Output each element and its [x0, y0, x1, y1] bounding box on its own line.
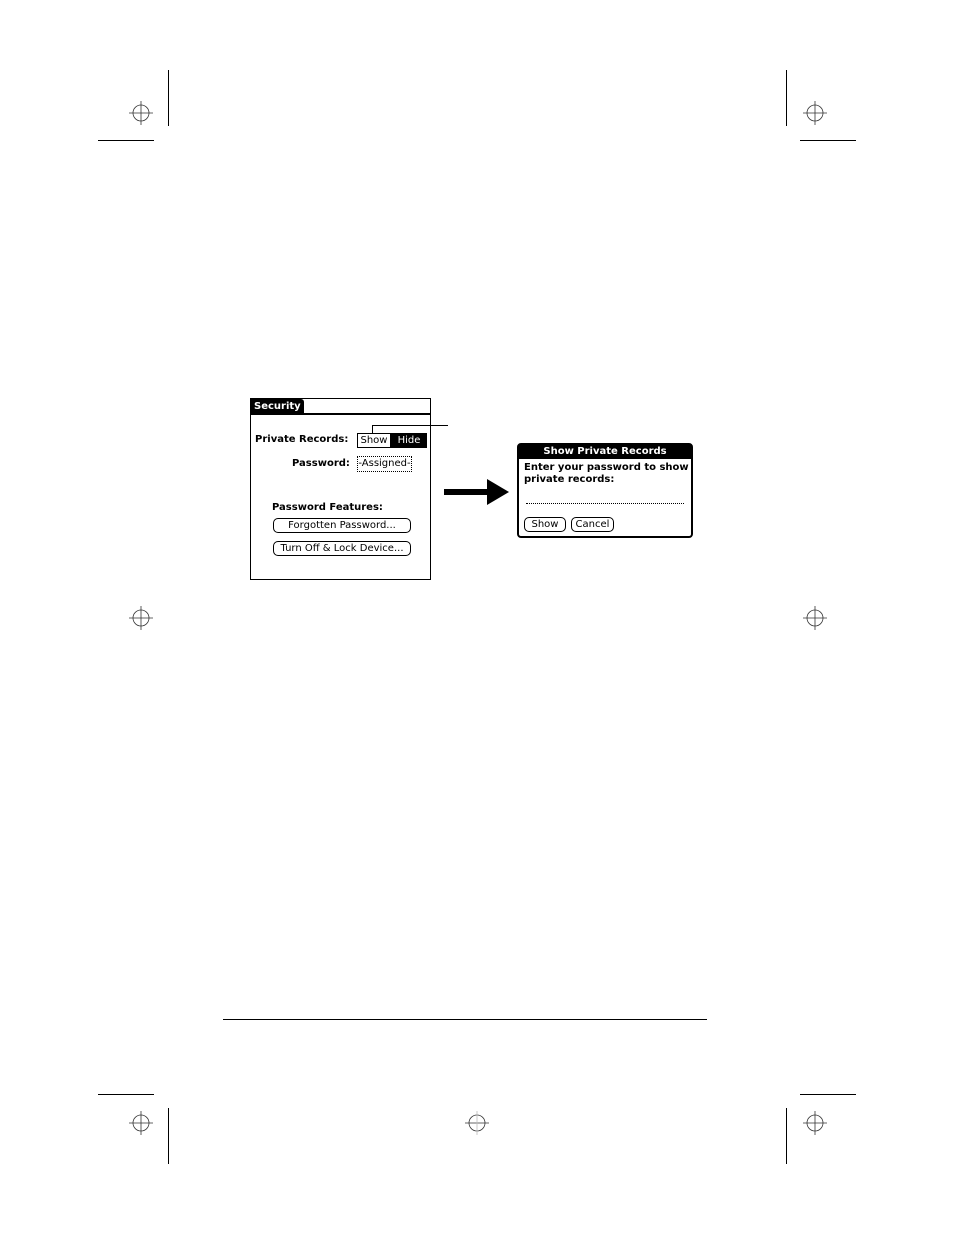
crop-mark — [800, 1094, 856, 1095]
password-label: Password: — [292, 458, 350, 469]
crosshair-registration-icon — [465, 1111, 489, 1135]
password-features-label: Password Features: — [272, 502, 383, 513]
crop-mark — [98, 1094, 154, 1095]
crop-mark — [786, 70, 787, 126]
screen-title: Security — [251, 399, 304, 414]
crosshair-registration-icon — [129, 101, 153, 125]
hide-toggle[interactable]: Hide — [391, 433, 427, 448]
arrow-right-icon — [443, 477, 511, 507]
show-toggle[interactable]: Show — [357, 433, 391, 448]
dialog-title: Show Private Records — [519, 445, 691, 459]
crosshair-registration-icon — [803, 1111, 827, 1135]
forgotten-password-button[interactable]: Forgotten Password... — [273, 518, 411, 533]
crosshair-registration-icon — [129, 1111, 153, 1135]
crop-mark — [800, 140, 856, 141]
crosshair-registration-icon — [803, 101, 827, 125]
crop-mark — [168, 1108, 169, 1164]
footer-rule — [223, 1019, 707, 1020]
callout-line — [372, 425, 373, 433]
show-private-records-dialog: Show Private Records Enter your password… — [517, 443, 693, 538]
crop-mark — [168, 70, 169, 126]
password-field[interactable]: -Assigned- — [357, 456, 412, 472]
title-bar-line — [251, 413, 430, 415]
dialog-message: Enter your password to show private reco… — [524, 462, 689, 485]
cancel-button[interactable]: Cancel — [571, 517, 614, 532]
crosshair-registration-icon — [803, 606, 827, 630]
show-button[interactable]: Show — [524, 517, 566, 532]
turn-off-lock-device-button[interactable]: Turn Off & Lock Device... — [273, 541, 411, 556]
crosshair-registration-icon — [129, 606, 153, 630]
password-input[interactable] — [526, 503, 684, 504]
crop-mark — [98, 140, 154, 141]
callout-line — [372, 425, 448, 426]
private-records-label: Private Records: — [255, 434, 349, 445]
crop-mark — [786, 1108, 787, 1164]
